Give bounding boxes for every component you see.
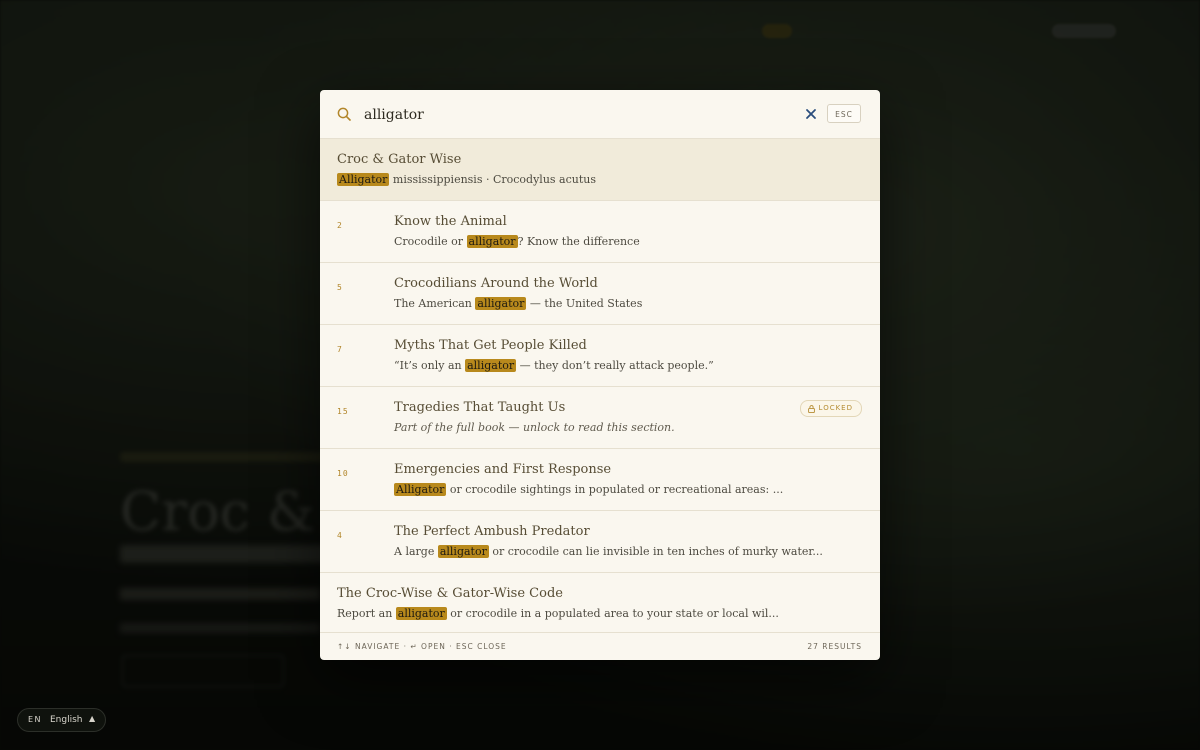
result-number: 2 xyxy=(337,221,343,230)
result-item[interactable]: 4 The Perfect Ambush Predator A large al… xyxy=(320,511,880,573)
results-list: Croc & Gator Wise Alligator mississippie… xyxy=(320,139,880,634)
close-icon[interactable] xyxy=(804,107,818,121)
result-title: Myths That Get People Killed xyxy=(394,338,587,353)
highlight: alligator xyxy=(437,545,489,558)
result-snippet: “It’s only an alligator — they don’t rea… xyxy=(394,359,714,372)
result-snippet: The American alligator — the United Stat… xyxy=(394,297,643,310)
result-title: Tragedies That Taught Us xyxy=(394,400,566,415)
result-item[interactable]: 10 Emergencies and First Response Alliga… xyxy=(320,449,880,511)
result-number: 4 xyxy=(337,531,343,540)
result-number: 7 xyxy=(337,345,343,354)
highlight: alligator xyxy=(395,607,447,620)
highlight: Alligator xyxy=(337,173,390,186)
result-item[interactable]: 2 Know the Animal Crocodile or alligator… xyxy=(320,201,880,263)
result-item[interactable]: 7 Myths That Get People Killed “It’s onl… xyxy=(320,325,880,387)
highlight: alligator xyxy=(475,297,527,310)
search-icon xyxy=(337,107,351,121)
result-snippet: Part of the full book — unlock to read t… xyxy=(394,421,675,434)
language-switcher[interactable]: EN English ▲ xyxy=(17,708,106,732)
highlight: alligator xyxy=(465,359,517,372)
language-code: EN xyxy=(28,715,43,724)
result-count: 27 RESULTS xyxy=(807,642,862,651)
caret-up-icon: ▲ xyxy=(89,714,96,723)
result-snippet: Alligator mississippiensis · Crocodylus … xyxy=(337,173,596,186)
result-title: Emergencies and First Response xyxy=(394,462,612,477)
search-input[interactable] xyxy=(362,102,786,128)
result-item-locked[interactable]: 15 Tragedies That Taught Us Part of the … xyxy=(320,387,880,449)
result-snippet: A large alligator or crocodile can lie i… xyxy=(394,545,823,558)
lock-icon xyxy=(807,404,815,413)
result-title: Know the Animal xyxy=(394,214,507,229)
keyboard-hints: ↑↓ NAVIGATE · ↵ OPEN · ESC CLOSE xyxy=(337,642,507,651)
result-item[interactable]: 5 Crocodilians Around the World The Amer… xyxy=(320,263,880,325)
result-title: The Perfect Ambush Predator xyxy=(394,524,590,539)
result-title: Croc & Gator Wise xyxy=(337,152,462,167)
result-title: Crocodilians Around the World xyxy=(394,276,598,291)
result-item[interactable]: Croc & Gator Wise Alligator mississippie… xyxy=(320,139,880,201)
result-item[interactable]: The Croc-Wise & Gator-Wise Code Report a… xyxy=(320,573,880,634)
result-number: 15 xyxy=(337,407,349,416)
highlight: alligator xyxy=(466,235,518,248)
locked-badge: LOCKED xyxy=(799,400,862,417)
language-name: English xyxy=(50,715,83,725)
result-snippet: Alligator or crocodile sightings in popu… xyxy=(394,483,784,496)
highlight: Alligator xyxy=(394,483,447,496)
search-modal: ESC Croc & Gator Wise Alligator mississi… xyxy=(320,90,880,660)
search-bar: ESC xyxy=(320,90,880,139)
result-number: 5 xyxy=(337,283,343,292)
result-snippet: Crocodile or alligator? Know the differe… xyxy=(394,235,640,248)
result-snippet: Report an alligator or crocodile in a po… xyxy=(337,607,779,620)
modal-footer: ↑↓ NAVIGATE · ↵ OPEN · ESC CLOSE 27 RESU… xyxy=(320,632,880,660)
result-title: The Croc-Wise & Gator-Wise Code xyxy=(337,586,563,601)
esc-button[interactable]: ESC xyxy=(827,104,861,123)
result-number: 10 xyxy=(337,469,349,478)
